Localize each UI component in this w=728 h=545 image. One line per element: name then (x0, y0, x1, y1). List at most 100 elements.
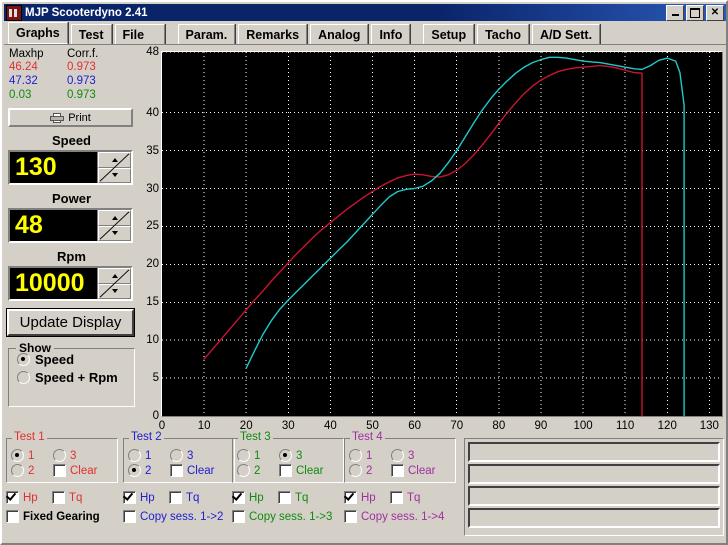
test-1-radio-3[interactable]: 3 (53, 449, 95, 462)
plot-canvas[interactable] (161, 51, 723, 417)
checkbox-icon[interactable] (232, 510, 245, 523)
remark-textbox-4[interactable] (468, 508, 720, 528)
radio-icon[interactable] (237, 464, 250, 477)
tab-ad-sett[interactable]: A/D Sett. (531, 24, 601, 44)
speed-stepper-up[interactable] (98, 152, 131, 168)
radio-icon[interactable] (279, 449, 292, 462)
radio-icon[interactable] (53, 449, 66, 462)
tab-tacho[interactable]: Tacho (477, 24, 529, 44)
test-1-tq-checkbox[interactable]: Tq (52, 491, 94, 504)
checkbox-icon[interactable] (278, 491, 291, 504)
test-4-radio-1[interactable]: 1 (349, 449, 391, 462)
checkbox-icon[interactable] (232, 491, 245, 504)
copy-sess-1-3-checkbox[interactable]: Copy sess. 1->3 (232, 508, 344, 525)
checkbox-icon[interactable] (6, 510, 19, 523)
checkbox-icon[interactable] (170, 464, 183, 477)
test-3-radio-3[interactable]: 3 (279, 449, 321, 462)
checkbox-icon[interactable] (123, 510, 136, 523)
test-1-clear-checkbox[interactable]: Clear (53, 464, 113, 477)
speed-stepper-down[interactable] (98, 167, 131, 183)
test-4-radio-2[interactable]: 2 (349, 464, 391, 477)
tab-graphs[interactable]: Graphs (8, 22, 68, 44)
rpm-field[interactable]: 10000 (8, 266, 133, 301)
radio-icon[interactable] (349, 449, 362, 462)
checkbox-icon[interactable] (344, 510, 357, 523)
rpm-stepper-up[interactable] (98, 268, 131, 284)
radio-icon[interactable] (11, 449, 24, 462)
radio-icon[interactable] (128, 464, 141, 477)
checkbox-icon[interactable] (279, 464, 292, 477)
test-3-radio-1[interactable]: 1 (237, 449, 279, 462)
update-display-button[interactable]: Update Display (6, 308, 135, 337)
rpm-label: Rpm (57, 249, 86, 264)
power-stepper[interactable] (97, 210, 131, 241)
tab-setup[interactable]: Setup (423, 24, 475, 44)
radio-icon[interactable] (391, 449, 404, 462)
minimize-button[interactable] (666, 4, 684, 21)
remark-textbox-1[interactable] (468, 442, 720, 462)
tab-analog[interactable]: Analog (310, 24, 369, 44)
main-tab-bar: Graphs Test File Param. Remarks Analog I… (4, 22, 726, 45)
checkbox-icon[interactable] (53, 464, 66, 477)
checkbox-icon[interactable] (52, 491, 65, 504)
radio-icon[interactable] (11, 464, 24, 477)
test-2-radio-1[interactable]: 1 (128, 449, 170, 462)
test-2-clear-checkbox[interactable]: Clear (170, 464, 230, 477)
checkbox-icon[interactable] (390, 491, 403, 504)
checkbox-icon[interactable] (123, 491, 136, 504)
copy-sess-1-4-checkbox[interactable]: Copy sess. 1->4 (344, 508, 456, 525)
maximize-button[interactable] (686, 4, 704, 21)
test-3-clear-checkbox[interactable]: Clear (279, 464, 339, 477)
power-stepper-up[interactable] (98, 210, 131, 226)
show-option-speed-rpm[interactable]: Speed + Rpm (17, 370, 134, 385)
test-4-tq-checkbox[interactable]: Tq (390, 491, 432, 504)
power-stepper-down[interactable] (98, 225, 131, 241)
radio-icon[interactable] (237, 449, 250, 462)
test-2-radio-2[interactable]: 2 (128, 464, 170, 477)
rpm-value[interactable]: 10000 (10, 268, 97, 299)
speed-stepper[interactable] (97, 152, 131, 183)
tq-label: Tq (69, 491, 83, 504)
tab-file[interactable]: File (114, 24, 165, 44)
checkbox-icon[interactable] (344, 491, 357, 504)
radio-icon[interactable] (17, 371, 30, 384)
print-button[interactable]: Print (8, 108, 133, 127)
rpm-stepper-down[interactable] (98, 283, 131, 299)
x-tick-label: 100 (573, 420, 593, 432)
test-3-tq-checkbox[interactable]: Tq (278, 491, 320, 504)
test-2-hp-checkbox[interactable]: Hp (123, 491, 165, 504)
test-1-radio-2[interactable]: 2 (11, 464, 53, 477)
test-4-hp-checkbox[interactable]: Hp (344, 491, 386, 504)
radio-icon[interactable] (170, 449, 183, 462)
test-2-title: Test 2 (129, 431, 164, 443)
radio-label: 1 (366, 449, 373, 462)
tab-test[interactable]: Test (70, 24, 112, 44)
remark-textbox-3[interactable] (468, 486, 720, 506)
checkbox-icon[interactable] (391, 464, 404, 477)
test-2-tq-checkbox[interactable]: Tq (169, 491, 211, 504)
tab-remarks[interactable]: Remarks (238, 24, 308, 44)
rpm-stepper[interactable] (97, 268, 131, 299)
power-value[interactable]: 48 (10, 210, 97, 241)
radio-icon[interactable] (128, 449, 141, 462)
tab-param[interactable]: Param. (177, 24, 236, 44)
test-4-clear-checkbox[interactable]: Clear (391, 464, 451, 477)
test-2-radio-3[interactable]: 3 (170, 449, 212, 462)
power-field[interactable]: 48 (8, 208, 133, 243)
radio-icon[interactable] (349, 464, 362, 477)
speed-value[interactable]: 130 (10, 152, 97, 183)
test-3-radio-2[interactable]: 2 (237, 464, 279, 477)
test-4-radio-3[interactable]: 3 (391, 449, 433, 462)
close-button[interactable]: ✕ (706, 4, 724, 21)
test-3-hp-checkbox[interactable]: Hp (232, 491, 274, 504)
tab-info[interactable]: Info (371, 24, 411, 44)
remark-textbox-2[interactable] (468, 464, 720, 484)
test-1-hp-checkbox[interactable]: Hp (6, 491, 48, 504)
radio-icon[interactable] (17, 353, 30, 366)
checkbox-icon[interactable] (169, 491, 182, 504)
speed-field[interactable]: 130 (8, 150, 133, 185)
fixed-gearing-checkbox[interactable]: Fixed Gearing (6, 508, 118, 525)
test-1-radio-1[interactable]: 1 (11, 449, 53, 462)
checkbox-icon[interactable] (6, 491, 19, 504)
copy-sess-1-2-checkbox[interactable]: Copy sess. 1->2 (123, 508, 235, 525)
